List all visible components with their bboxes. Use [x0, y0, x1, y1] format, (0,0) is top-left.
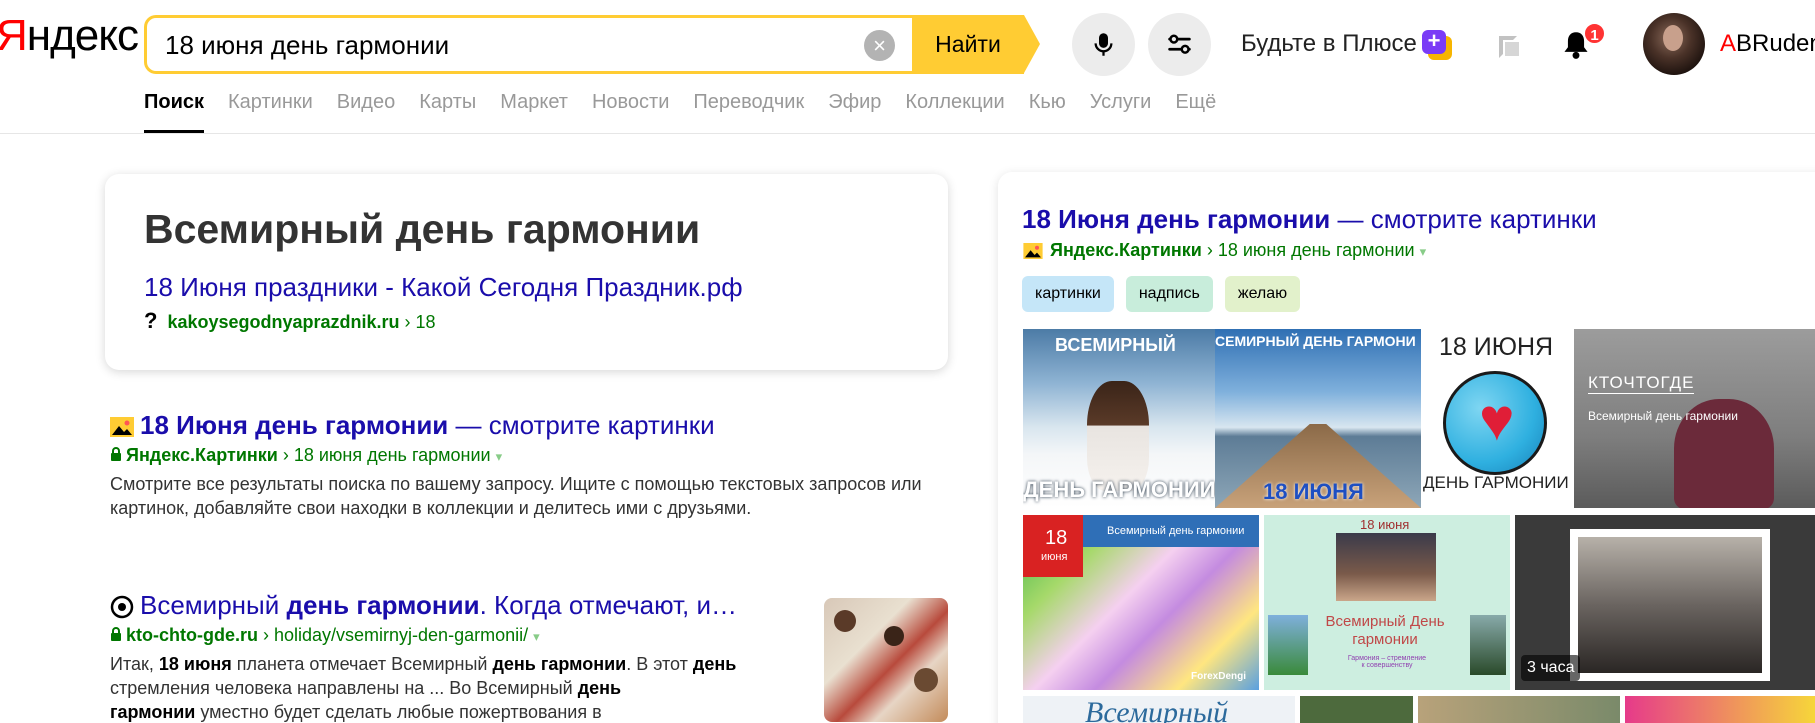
image-thumbnail-2[interactable]: СЕМИРНЫЙ ДЕНЬ ГАРМОНИ 18 ИЮНЯ	[1215, 329, 1421, 508]
chevron-down-icon[interactable]: ▾	[1420, 244, 1427, 259]
tab-video[interactable]: Видео	[337, 90, 395, 134]
yandex-logo[interactable]: Яндекс	[0, 14, 139, 58]
image-age-badge: 3 часа	[1521, 655, 1581, 681]
images-icon	[110, 417, 134, 438]
username[interactable]: ABRuden	[1720, 30, 1815, 58]
notifications-count-badge: 1	[1583, 22, 1606, 45]
result-title[interactable]: Всемирный день гармонии. Когда отмечают,…	[110, 590, 800, 621]
result-snippet: Итак, 18 июня планета отмечает Всемирный…	[110, 654, 737, 722]
image-thumbnail-5[interactable]: 18 июня Всемирный день гармонии ForexDen…	[1023, 515, 1259, 690]
tab-q[interactable]: Кью	[1029, 90, 1066, 134]
chevron-down-icon[interactable]: ▾	[533, 629, 540, 644]
microphone-button[interactable]	[1072, 13, 1135, 76]
yandex-search-page: Яндекс × Найти Будьте в Плюсе +	[0, 0, 1815, 723]
plus-icon[interactable]: +	[1422, 30, 1452, 60]
lock-icon	[111, 627, 121, 641]
search-button-arrow[interactable]	[1024, 15, 1040, 73]
image-thumbnail-11[interactable]	[1625, 696, 1815, 723]
tab-market[interactable]: Маркет	[500, 90, 568, 134]
result-thumbnail[interactable]	[824, 598, 948, 722]
tab-images[interactable]: Картинки	[228, 90, 313, 134]
avatar[interactable]	[1643, 13, 1705, 75]
result-url[interactable]: Яндекс.Картинки › 18 июня день гармонии …	[110, 445, 950, 466]
image-thumbnail-7[interactable]: 3 часа	[1515, 515, 1815, 690]
tab-efir[interactable]: Эфир	[828, 90, 881, 134]
image-thumbnail-3[interactable]: 18 ИЮНЯ ♥ ДЕНЬ ГАРМОНИИ	[1421, 329, 1572, 508]
search-input[interactable]	[165, 28, 845, 62]
collections-icon[interactable]	[1495, 32, 1523, 58]
tab-services[interactable]: Услуги	[1090, 90, 1152, 134]
images-icon	[1023, 243, 1043, 260]
search-result-kto-chto-gde: Всемирный день гармонии. Когда отмечают,…	[110, 590, 800, 723]
answer-source-link[interactable]: 18 Июня праздники - Какой Сегодня Праздн…	[144, 272, 743, 303]
site-favicon-icon	[110, 595, 134, 619]
search-tabs: Поиск Картинки Видео Карты Маркет Новост…	[144, 90, 1240, 134]
images-wizard-url[interactable]: Яндекс.Картинки › 18 июня день гармонии …	[1022, 240, 1426, 261]
microphone-icon	[1094, 33, 1113, 56]
image-thumbnail-6[interactable]: 18 июня Всемирный День гармонии Гармония…	[1264, 515, 1510, 690]
chip-images[interactable]: картинки	[1022, 276, 1114, 312]
tab-maps[interactable]: Карты	[419, 90, 476, 134]
plus-promo-link[interactable]: Будьте в Плюсе	[1241, 30, 1417, 58]
clear-icon[interactable]: ×	[864, 30, 895, 61]
answer-title: Всемирный день гармонии	[144, 206, 701, 252]
tab-more[interactable]: Ещё	[1175, 90, 1216, 134]
image-thumbnail-8[interactable]: Всемирный	[1023, 696, 1295, 723]
search-result-images: 18 Июня день гармонии — смотрите картинк…	[110, 410, 950, 520]
fact-answer-card: Всемирный день гармонии 18 Июня праздник…	[105, 174, 948, 370]
tab-collections[interactable]: Коллекции	[905, 90, 1004, 134]
lock-icon	[111, 447, 121, 461]
chip-wish[interactable]: желаю	[1224, 276, 1301, 312]
question-icon: ?	[144, 308, 158, 333]
result-url[interactable]: kto-chto-gde.ru › holiday/vsemirnyj-den-…	[110, 625, 800, 646]
tab-search[interactable]: Поиск	[144, 90, 205, 134]
search-settings-button[interactable]	[1148, 13, 1211, 76]
tab-translator[interactable]: Переводчик	[693, 90, 804, 134]
image-thumbnail-1[interactable]: ВСЕМИРНЫЙ ДЕНЬ ГАРМОНИИ	[1023, 329, 1215, 508]
heart-icon: ♥	[1479, 386, 1515, 453]
image-thumbnail-9[interactable]	[1300, 696, 1413, 723]
image-thumbnail-10[interactable]	[1418, 696, 1620, 723]
image-thumbnail-4[interactable]: КТОЧТОГДЕ Всемирный день гармонии	[1574, 329, 1815, 508]
search-bar: × Найти	[144, 15, 1040, 74]
tab-news[interactable]: Новости	[592, 90, 669, 134]
images-wizard-title[interactable]: 18 Июня день гармонии — смотрите картинк…	[1022, 204, 1597, 235]
answer-domain[interactable]: kakoysegodnyaprazdnik.ru	[167, 312, 399, 332]
answer-source: ? kakoysegodnyaprazdnik.ru › 18	[144, 308, 436, 334]
image-tag-chips: картинки надпись желаю	[1022, 276, 1312, 312]
header-divider	[0, 133, 1815, 134]
chevron-down-icon[interactable]: ▾	[496, 449, 503, 464]
chip-inscription[interactable]: надпись	[1125, 276, 1213, 312]
search-button[interactable]: Найти	[912, 15, 1024, 74]
answer-path[interactable]: › 18	[405, 312, 436, 332]
search-box[interactable]: ×	[144, 15, 916, 74]
sliders-icon	[1168, 34, 1191, 54]
result-snippet: Смотрите все результаты поиска по вашему…	[110, 474, 922, 518]
result-title[interactable]: 18 Июня день гармонии — смотрите картинк…	[110, 410, 950, 441]
